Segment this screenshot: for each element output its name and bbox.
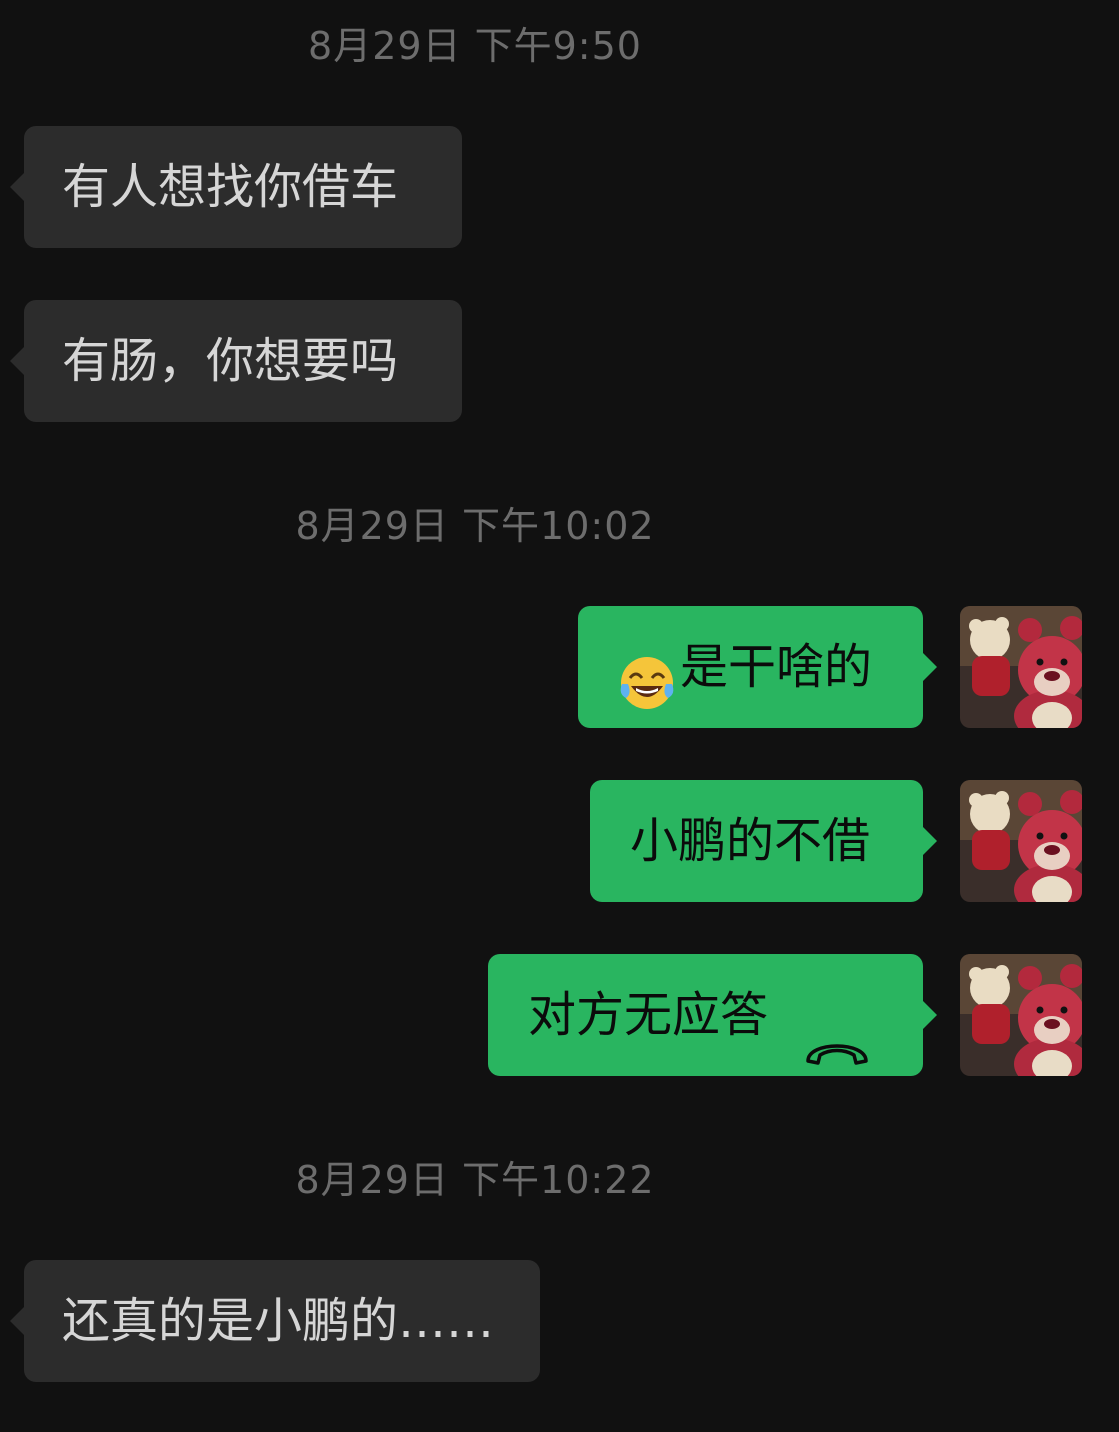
message-text: 小鹏的不借 <box>630 813 871 869</box>
pink-bear-avatar-icon <box>960 606 1082 728</box>
message-text: 对方无应答 <box>528 987 769 1043</box>
avatar[interactable] <box>960 606 1082 728</box>
timestamp: 8月29日 下午9:50 <box>308 24 642 68</box>
pink-bear-avatar-icon <box>960 954 1082 1076</box>
call-status-bubble[interactable]: 对方无应答 <box>488 954 937 1076</box>
message-text: 还真的是小鹏的…… <box>62 1293 495 1349</box>
outgoing-message-bubble[interactable]: 是干啥的 <box>578 606 937 728</box>
message-text: 是干啥的 <box>680 639 873 695</box>
pink-bear-avatar-icon <box>960 780 1082 902</box>
timestamp: 8月29日 下午10:02 <box>295 504 655 548</box>
message-text: 有人想找你借车 <box>62 159 399 215</box>
avatar[interactable] <box>960 780 1082 902</box>
outgoing-message-bubble[interactable]: 小鹏的不借 <box>590 780 937 902</box>
tears-of-joy-emoji-icon <box>618 635 676 709</box>
hang-up-phone-icon <box>802 994 872 1065</box>
message-text: 有肠，你想要吗 <box>62 333 399 389</box>
incoming-message-bubble[interactable]: 有人想找你借车 <box>10 126 462 248</box>
incoming-message-bubble[interactable]: 还真的是小鹏的…… <box>10 1260 540 1382</box>
avatar[interactable] <box>960 954 1082 1076</box>
incoming-message-bubble[interactable]: 有肠，你想要吗 <box>10 300 462 422</box>
timestamp: 8月29日 下午10:22 <box>295 1158 655 1202</box>
